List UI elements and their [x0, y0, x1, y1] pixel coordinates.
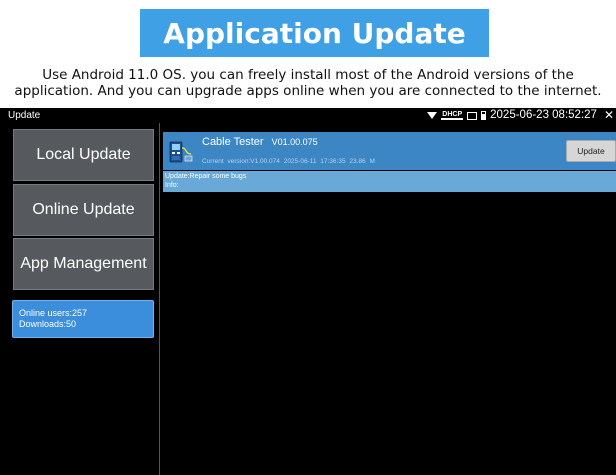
description-line-2: application. And you can upgrade apps on…	[14, 83, 602, 99]
battery-icon	[481, 111, 487, 120]
dhcp-icon: DHCP	[441, 111, 464, 120]
release-date: 2025-06-11 17:36:35	[283, 158, 346, 165]
online-update-button[interactable]: Online Update	[13, 184, 154, 236]
app-meta: Current version:V1.00.074 2025-06-11 17:…	[202, 158, 375, 165]
update-button[interactable]: Update	[566, 140, 616, 162]
info-label: Info:	[165, 182, 179, 189]
status-icons: DHCP 2025-06-23 08:52:27 ✕	[427, 108, 614, 123]
wifi-icon	[427, 112, 438, 119]
downloads-count: Downloads:50	[19, 319, 77, 329]
status-bar: Update DHCP 2025-06-23 08:52:27 ✕	[0, 108, 616, 123]
screen-icon	[467, 111, 478, 120]
app-name-line: Cable Tester V01.00.075	[202, 136, 318, 148]
online-users-count: Online users:257	[19, 308, 88, 318]
banner-title: Application Update	[140, 9, 489, 57]
close-icon[interactable]: ✕	[604, 108, 614, 123]
app-version: V01.00.075	[271, 137, 318, 147]
cable-tester-icon	[169, 141, 193, 163]
device-screen: Update DHCP 2025-06-23 08:52:27 ✕ Local …	[0, 108, 616, 475]
current-version: Current version:V1.00.074	[202, 158, 280, 165]
update-note: Update:Repair some bugs	[165, 173, 247, 180]
app-management-button[interactable]: App Management	[13, 238, 154, 290]
file-size: 23.86 M	[349, 158, 375, 165]
local-update-button[interactable]: Local Update	[13, 129, 154, 181]
sidebar: Local Update Online Update App Managemen…	[0, 123, 160, 475]
clock: 2025-06-23 08:52:27	[490, 109, 597, 121]
stats-panel: Online users:257 Downloads:50	[12, 300, 154, 338]
list-item[interactable]: Cable Tester V01.00.075 Current version:V…	[163, 132, 616, 170]
description: Use Android 11.0 OS. you can freely inst…	[0, 67, 616, 99]
update-list: Cable Tester V01.00.075 Current version:V…	[161, 123, 616, 475]
window-title: Update	[8, 110, 41, 121]
update-notes: Update:Repair some bugs Info:	[163, 171, 616, 192]
app-name: Cable Tester	[202, 136, 264, 148]
description-line-1: Use Android 11.0 OS. you can freely inst…	[42, 67, 574, 83]
